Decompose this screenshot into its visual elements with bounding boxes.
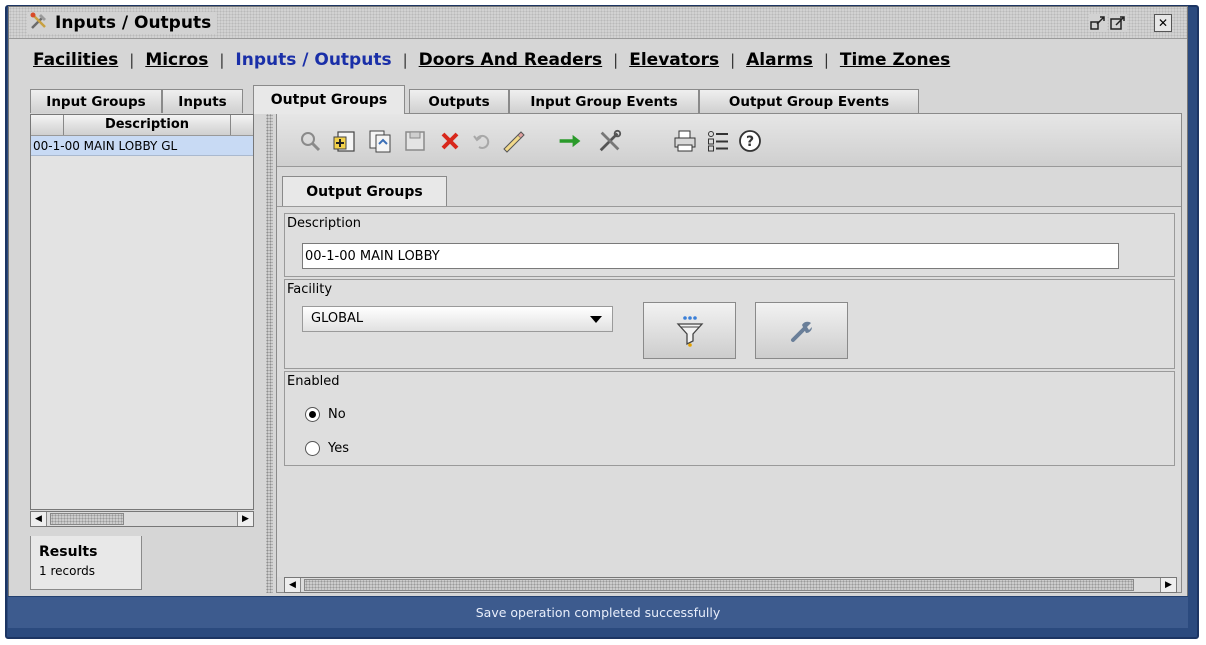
tools-icon[interactable] — [597, 128, 623, 154]
nav-alarms[interactable]: Alarms — [746, 50, 813, 70]
description-label: Description — [287, 216, 362, 231]
nav-micros[interactable]: Micros — [145, 50, 208, 70]
nav-time-zones[interactable]: Time Zones — [840, 50, 950, 70]
search-icon[interactable] — [297, 128, 323, 154]
scroll-right-icon[interactable]: ▶ — [1160, 578, 1176, 592]
scroll-right-icon[interactable]: ▶ — [237, 512, 253, 526]
delete-icon[interactable] — [437, 128, 463, 154]
filter-icon — [676, 315, 703, 347]
results-label: Results — [39, 544, 98, 560]
enabled-no-label: No — [328, 407, 346, 422]
tab-input-group-events[interactable]: Input Group Events — [509, 89, 699, 113]
description-section: Description — [284, 213, 1175, 277]
scroll-thumb[interactable] — [304, 579, 1134, 591]
nav-facilities[interactable]: Facilities — [33, 50, 118, 70]
grid-header: Description — [31, 115, 253, 136]
scroll-left-icon[interactable]: ◀ — [285, 578, 301, 592]
nav-separator: | — [219, 51, 225, 69]
column-description[interactable]: Description — [64, 115, 231, 135]
tools-icon — [29, 11, 49, 35]
tab-strip: Input Groups Inputs Output Groups Output… — [9, 85, 1187, 114]
nav-separator: | — [613, 51, 619, 69]
results-count: 1 records — [39, 564, 96, 578]
tab-output-group-events[interactable]: Output Group Events — [699, 89, 919, 113]
nav-elevators[interactable]: Elevators — [629, 50, 719, 70]
enabled-yes-option[interactable]: Yes — [305, 441, 349, 456]
facility-value: GLOBAL — [311, 311, 364, 326]
results-panel: Description 00-1-00 MAIN LOBBY GL ◀ ▶ Re… — [21, 111, 264, 593]
facility-section: Facility GLOBAL — [284, 279, 1175, 369]
form-scrollbar[interactable]: ◀ ▶ — [284, 577, 1177, 593]
status-bar: Save operation completed successfully — [8, 596, 1188, 628]
title-bar[interactable]: Inputs / Outputs ✕ — [9, 7, 1187, 39]
enabled-yes-label: Yes — [328, 441, 349, 456]
radio-yes[interactable] — [305, 441, 320, 456]
save-icon[interactable] — [402, 128, 428, 154]
scroll-thumb[interactable] — [50, 513, 124, 525]
configure-button[interactable] — [755, 302, 848, 359]
nav-inputs-outputs[interactable]: Inputs / Outputs — [235, 50, 391, 70]
tab-inputs[interactable]: Inputs — [162, 89, 243, 113]
description-field[interactable] — [302, 243, 1119, 269]
restore-icon[interactable] — [1089, 14, 1107, 32]
results-scrollbar[interactable]: ◀ ▶ — [30, 511, 254, 527]
panel-splitter[interactable] — [266, 111, 273, 593]
grid-header-extra — [231, 115, 253, 135]
tab-output-groups-detail[interactable]: Output Groups — [282, 176, 447, 206]
module-nav: Facilities | Micros | Inputs / Outputs |… — [9, 40, 1187, 80]
title-area: Inputs / Outputs — [27, 11, 218, 35]
wrench-icon — [790, 321, 812, 342]
grid-header-blank — [31, 115, 64, 135]
enabled-label: Enabled — [287, 374, 340, 389]
enabled-section: Enabled No Yes — [284, 371, 1175, 466]
nav-separator: | — [402, 51, 408, 69]
inputs-outputs-window: Inputs / Outputs ✕ Facilities | Micros |… — [8, 6, 1188, 628]
tab-output-groups[interactable]: Output Groups — [253, 85, 405, 114]
results-tab[interactable]: Results 1 records — [30, 536, 142, 590]
svg-text:?: ? — [746, 134, 754, 150]
scroll-left-icon[interactable]: ◀ — [31, 512, 47, 526]
output-group-form: Description Facility GLOBAL — [277, 206, 1181, 577]
radio-no[interactable] — [305, 407, 320, 422]
nav-separator: | — [129, 51, 135, 69]
tab-input-groups[interactable]: Input Groups — [30, 89, 162, 113]
enabled-no-option[interactable]: No — [305, 407, 346, 422]
help-icon[interactable]: ? — [737, 128, 763, 154]
facility-select[interactable]: GLOBAL — [302, 306, 613, 332]
close-icon[interactable]: ✕ — [1154, 14, 1172, 32]
window-title: Inputs / Outputs — [55, 13, 212, 33]
tab-outputs[interactable]: Outputs — [409, 89, 509, 113]
print-icon[interactable] — [672, 128, 698, 154]
copy-icon[interactable] — [367, 128, 393, 154]
edit-icon[interactable] — [499, 128, 525, 154]
toolbar: ? — [277, 114, 1181, 167]
nav-separator: | — [823, 51, 829, 69]
nav-separator: | — [730, 51, 736, 69]
maximize-icon[interactable] — [1109, 14, 1127, 32]
filter-button[interactable] — [643, 302, 736, 359]
chevron-down-icon[interactable] — [590, 316, 602, 323]
nav-doors-readers[interactable]: Doors And Readers — [419, 50, 603, 70]
go-icon[interactable] — [557, 128, 583, 154]
add-icon[interactable] — [332, 128, 358, 154]
list-icon[interactable] — [705, 128, 731, 154]
table-row[interactable]: 00-1-00 MAIN LOBBY GL — [31, 136, 253, 156]
facility-label: Facility — [287, 282, 333, 297]
undo-icon[interactable] — [469, 128, 495, 154]
detail-panel: ? Output Groups Description Facility GLO… — [276, 113, 1182, 593]
results-grid: Description 00-1-00 MAIN LOBBY GL — [30, 114, 254, 510]
